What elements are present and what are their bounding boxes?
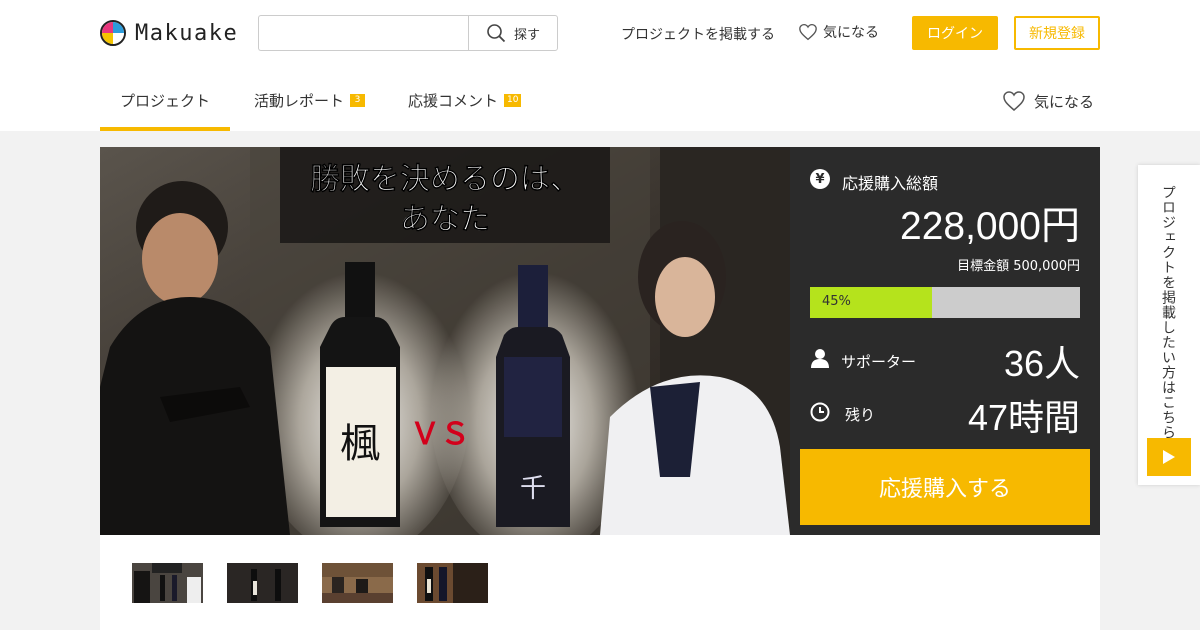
hero-headline-line2: あなた — [400, 202, 490, 237]
search-icon — [487, 24, 506, 43]
tab-label: 活動レポート — [254, 92, 345, 110]
count-badge: 10 — [504, 94, 522, 107]
heart-icon — [799, 23, 817, 41]
heart-icon — [1003, 91, 1025, 111]
site-header: Makuake 探す プロジェクトを掲載する 気になる ログイン 新規登録 プロ… — [0, 0, 1200, 131]
favorite-project-button[interactable]: 気になる — [1002, 90, 1094, 112]
login-button[interactable]: ログイン — [912, 16, 998, 50]
thumbnail-image[interactable] — [227, 563, 298, 603]
active-tab-indicator — [100, 127, 230, 131]
project-hero-image[interactable]: 勝敗を決めるのは、 あなた 楓 ＶＳ 千 — [100, 147, 790, 535]
search-button-label: 探す — [513, 27, 540, 43]
signup-button[interactable]: 新規登録 — [1014, 16, 1100, 50]
search-button[interactable]: 探す — [468, 15, 558, 51]
total-amount-label: 応援購入総額 — [842, 174, 939, 193]
progress-bar: 45% — [810, 287, 1080, 318]
count-badge: 3 — [350, 94, 366, 107]
thumbnail-image[interactable] — [322, 563, 393, 603]
logo-text: Makuake — [135, 20, 239, 46]
remaining-time: 47時間 — [967, 397, 1080, 438]
favorite-label: 気になる — [1034, 92, 1095, 111]
hero-headline-line1: 勝敗を決めるのは、 — [310, 162, 580, 197]
svg-text:楓: 楓 — [340, 421, 380, 467]
play-icon — [1163, 450, 1175, 464]
logo-mark-icon — [100, 20, 126, 46]
favorites-label: 気になる — [823, 25, 879, 41]
tab-project[interactable]: プロジェクト — [120, 90, 210, 111]
supporters-count: 36人 — [1003, 343, 1080, 384]
total-amount: 228,000円 — [900, 205, 1080, 248]
search-input[interactable] — [258, 15, 469, 51]
thumbnail-image[interactable] — [417, 563, 488, 603]
favorites-link[interactable]: 気になる — [798, 22, 879, 42]
makuake-logo[interactable]: Makuake — [100, 19, 238, 47]
thumbnail-strip — [100, 535, 1100, 630]
remaining-label: 残り — [845, 406, 876, 424]
tab-support-comments[interactable]: 応援コメント 10 — [408, 90, 522, 111]
side-post-project-tab[interactable]: プロジェクトを掲載したい方はこちら — [1138, 165, 1200, 485]
side-tab-text: プロジェクトを掲載したい方はこちら — [1160, 185, 1176, 440]
thumbnail-image[interactable] — [132, 563, 203, 603]
person-icon — [811, 349, 829, 368]
goal-amount: 目標金額 500,000円 — [957, 259, 1080, 274]
clock-icon — [810, 402, 830, 422]
supporters-label: サポーター — [841, 353, 917, 371]
side-tab-play-button[interactable] — [1147, 438, 1191, 476]
post-project-link[interactable]: プロジェクトを掲載する — [621, 24, 775, 44]
hero-vs-text: ＶＳ — [410, 417, 470, 452]
yen-icon: ¥ — [810, 169, 830, 189]
progress-text: 45% — [822, 294, 851, 309]
funding-stats-panel: ¥ 応援購入総額 228,000円 目標金額 500,000円 45% サポータ… — [790, 147, 1100, 535]
tab-label: プロジェクト — [120, 92, 211, 110]
tab-activity-report[interactable]: 活動レポート 3 — [254, 90, 366, 111]
tab-label: 応援コメント — [408, 92, 499, 110]
svg-text:千: 千 — [520, 474, 546, 504]
support-purchase-button[interactable]: 応援購入する — [800, 449, 1090, 525]
